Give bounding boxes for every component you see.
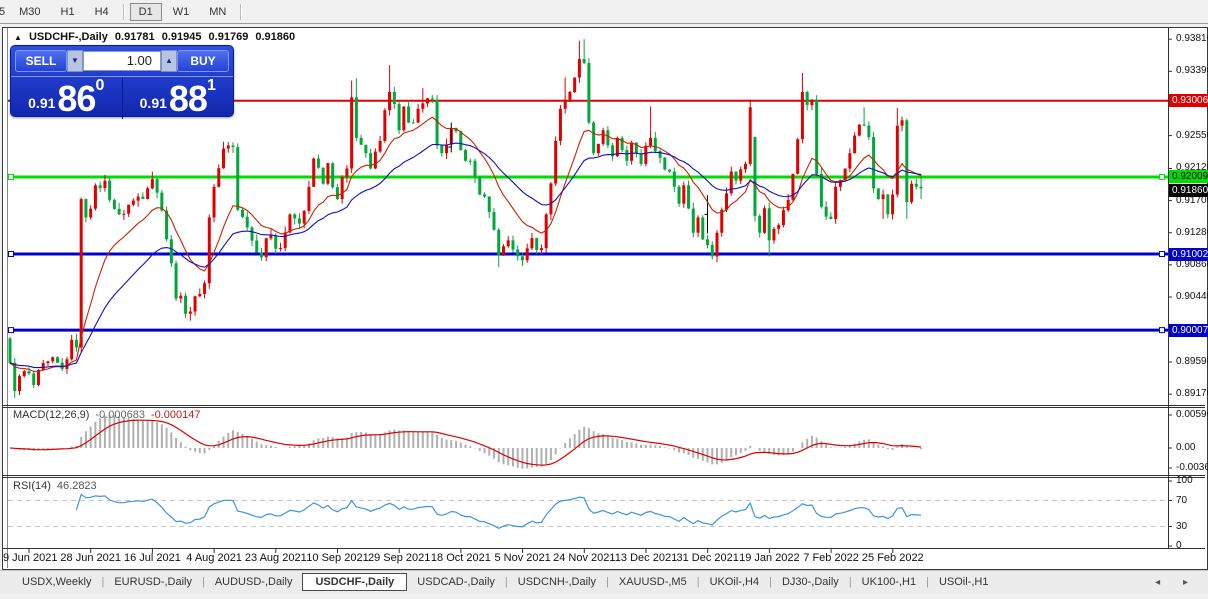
macd-tick: -0.00366 [1176, 462, 1208, 473]
sell-price-button[interactable]: 0.91 86 0 [11, 77, 123, 119]
price-tick: 0.89590 [1176, 356, 1208, 368]
rsi-tick: 30 [1176, 520, 1188, 532]
tab-usdx-weekly[interactable]: USDX,Weekly [12, 573, 101, 591]
price-tick: 0.93390 [1176, 65, 1208, 77]
rsi-name: RSI(14) [13, 480, 51, 492]
rsi-tick: 0 [1176, 540, 1182, 551]
macd-label: MACD(12,26,9) -0.000683 -0.000147 [13, 409, 201, 421]
ohlc-low: 0.91769 [208, 31, 249, 43]
tab-ukoil-h4[interactable]: UKOil-,H4 [700, 573, 770, 591]
date-tick-label: 4 Aug 2021 [186, 552, 242, 564]
macd-value-signal: -0.000147 [150, 409, 201, 421]
tab-usdchf-daily[interactable]: USDCHF-,Daily [302, 573, 408, 591]
date-tick-label: 31 Dec 2021 [676, 552, 739, 564]
price-tick: 0.91280 [1176, 226, 1208, 238]
date-tick-label: 25 Feb 2022 [861, 552, 924, 564]
line-handle[interactable] [1159, 251, 1165, 258]
tab-xauusd-m5[interactable]: XAUUSD-,M5 [609, 573, 697, 591]
line-handle[interactable] [8, 173, 14, 180]
macd-tick: 0.00 [1176, 442, 1196, 453]
rsi-tick: 70 [1176, 494, 1188, 506]
symbol-title: USDCHF-,Daily [28, 31, 108, 43]
buy-price-pip: 1 [206, 77, 216, 94]
volume-increase-icon[interactable]: ▲ [161, 50, 177, 72]
terminal-window: 5M30H1H4D1W1MN ▲ USDCHF-,Daily 0.91781 0… [0, 0, 1208, 599]
level-price-label: 0.90007 [1169, 323, 1208, 337]
tab-usdcad-daily[interactable]: USDCAD-,Daily [407, 573, 505, 591]
date-tick-label: 29 Sep 2021 [367, 552, 431, 564]
level-price-label: 0.93006 [1169, 94, 1208, 108]
tab-usoil-h1[interactable]: USOil-,H1 [929, 573, 999, 591]
sell-price-prefix: 0.91 [28, 95, 56, 111]
macd-tick: 0.005963 [1176, 409, 1208, 420]
date-tick-label: 5 Nov 2021 [494, 552, 551, 564]
volume-input[interactable]: 1.00 [83, 51, 161, 71]
one-click-trade-panel: SELL ▼ 1.00 ▲ BUY 0.91 86 0 0.91 88 1 [10, 45, 234, 119]
tab-eurusd-daily[interactable]: EURUSD-,Daily [104, 573, 202, 591]
macd-histogram [13, 415, 923, 469]
macd-value-main: -0.000683 [95, 409, 145, 421]
tab-scroll-icons[interactable]: ◂ ▸ [1155, 577, 1198, 588]
bottom-strip [0, 592, 1208, 599]
price-tick: 0.90860 [1176, 258, 1208, 270]
sell-button[interactable]: SELL [15, 50, 67, 72]
date-tick-label: 16 Jul 2021 [123, 552, 181, 564]
symbol-tab-bar: USDX,Weekly | EURUSD-,Daily | AUDUSD-,Daily U… [0, 570, 1208, 593]
current-price-label: 0.91860 [1169, 183, 1208, 197]
buy-price-big: 88 [168, 78, 208, 119]
ohlc-open: 0.91781 [114, 31, 155, 43]
price-tick: 0.92550 [1176, 129, 1208, 141]
level-price-label: 0.91002 [1169, 247, 1208, 261]
sell-price-big: 86 [57, 78, 96, 119]
date-tick-label: 7 Feb 2022 [803, 552, 859, 564]
date-tick-label: 9 Jun 2021 [3, 552, 58, 564]
line-handle[interactable] [1159, 327, 1165, 334]
rsi-line [75, 493, 922, 529]
rsi-label: RSI(14) 46.2823 [13, 480, 97, 492]
rsi-value: 46.2823 [56, 480, 97, 492]
tab-uk100-h1[interactable]: UK100-,H1 [852, 573, 926, 591]
date-tick-label: 10 Sep 2021 [306, 552, 369, 564]
price-tick: 0.90440 [1176, 290, 1208, 302]
date-tick-label: 18 Oct 2021 [430, 552, 491, 564]
sell-price-pip: 0 [95, 77, 105, 94]
line-handle[interactable] [8, 251, 14, 258]
collapse-icon[interactable]: ▲ [14, 33, 22, 42]
ohlc-high: 0.91945 [161, 31, 202, 43]
date-tick-label: 19 Jan 2022 [739, 552, 800, 564]
date-tick-label: 23 Aug 2021 [244, 552, 307, 564]
date-tick-label: 13 Dec 2021 [614, 552, 678, 564]
buy-button[interactable]: BUY [177, 50, 229, 72]
line-handle[interactable] [8, 327, 14, 334]
volume-decrease-icon[interactable]: ▼ [67, 50, 83, 72]
level-lines[interactable] [8, 99, 1168, 332]
buy-price-prefix: 0.91 [139, 95, 167, 111]
date-tick-label: 28 Jun 2021 [60, 552, 121, 564]
rsi-tick: 100 [1176, 475, 1193, 486]
buy-price-button[interactable]: 0.91 88 1 [123, 77, 234, 119]
symbol-header: ▲ USDCHF-,Daily 0.91781 0.91945 0.91769 … [14, 31, 299, 43]
level-price-label: 0.92009 [1169, 170, 1208, 184]
price-tick: 0.93810 [1176, 33, 1208, 45]
price-tick: 0.89170 [1176, 388, 1208, 400]
ohlc-close: 0.91860 [255, 31, 296, 43]
tab-dj30-daily[interactable]: DJ30-,Daily [772, 573, 849, 591]
line-handle[interactable] [1159, 173, 1165, 180]
tab-audusd-daily[interactable]: AUDUSD-,Daily [205, 573, 303, 591]
macd-name: MACD(12,26,9) [13, 409, 90, 421]
tab-usdcnh-daily[interactable]: USDCNH-,Daily [508, 573, 606, 591]
date-tick-label: 24 Nov 2021 [553, 552, 616, 564]
